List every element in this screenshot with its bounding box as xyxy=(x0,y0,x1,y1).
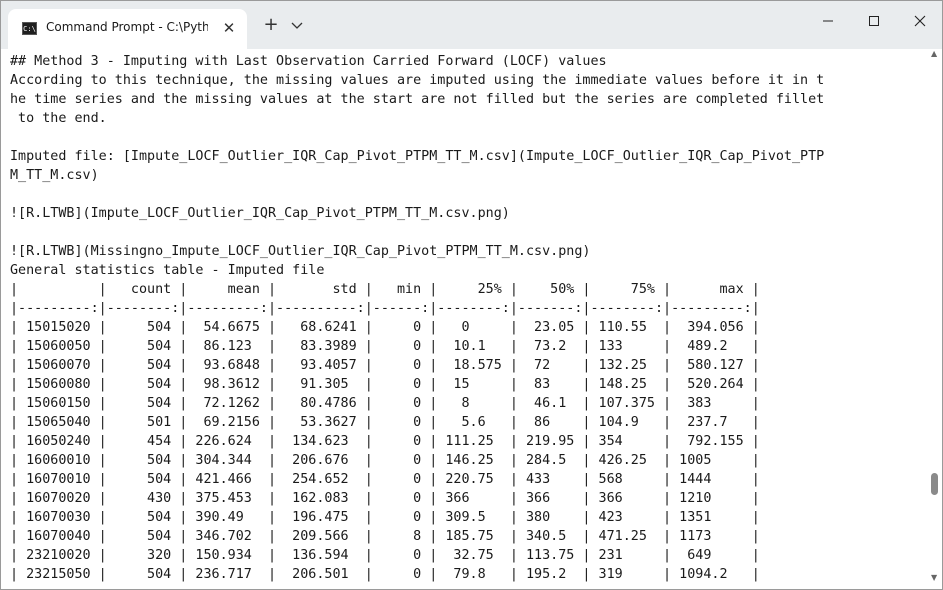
command-prompt-icon: C:\ xyxy=(22,22,37,35)
scroll-up-icon[interactable]: ▲ xyxy=(931,49,937,58)
scroll-down-icon[interactable]: ▼ xyxy=(931,573,937,582)
terminal-text: ## Method 3 - Imputing with Last Observa… xyxy=(1,49,928,584)
terminal-line: | 15060080 | 504 | 98.3612 | 91.305 | 0 … xyxy=(10,377,760,392)
close-window-button[interactable] xyxy=(897,1,942,41)
terminal-line: M_TT_M.csv) xyxy=(10,168,99,183)
tab-command-prompt[interactable]: C:\ Command Prompt - C:\Python ✕ xyxy=(8,9,247,49)
title-bar: C:\ Command Prompt - C:\Python ✕ + xyxy=(1,1,942,49)
terminal-line: | 16070040 | 504 | 346.702 | 209.566 | 8… xyxy=(10,529,760,544)
close-icon xyxy=(914,15,926,27)
terminal-line: | 23215050 | 504 | 236.717 | 206.501 | 0… xyxy=(10,567,760,582)
new-tab-button[interactable]: + xyxy=(259,13,283,37)
terminal-line: | 16070020 | 430 | 375.453 | 162.083 | 0… xyxy=(10,491,760,506)
terminal-line: ![R.LTWB](Missingno_Impute_LOCF_Outlier_… xyxy=(10,244,591,259)
terminal-line: According to this technique, the missing… xyxy=(10,73,825,88)
terminal-line: to the end. xyxy=(10,111,107,126)
tab-title: Command Prompt - C:\Python xyxy=(46,20,208,34)
chevron-down-icon[interactable] xyxy=(291,15,309,35)
minimize-icon xyxy=(823,20,833,22)
terminal-line: | 23210020 | 320 | 150.934 | 136.594 | 0… xyxy=(10,548,760,563)
terminal-output[interactable]: ## Method 3 - Imputing with Last Observa… xyxy=(1,49,928,589)
terminal-line: ## Method 3 - Imputing with Last Observa… xyxy=(10,54,607,69)
close-tab-icon[interactable]: ✕ xyxy=(216,15,242,41)
terminal-line: General statistics table - Imputed file xyxy=(10,263,325,278)
vertical-scrollbar[interactable]: ▲ ▼ xyxy=(928,49,942,589)
terminal-line: | 15060050 | 504 | 86.123 | 83.3989 | 0 … xyxy=(10,339,760,354)
maximize-icon xyxy=(869,16,879,26)
terminal-line: he time series and the missing values at… xyxy=(10,92,825,107)
terminal-line: | 16070030 | 504 | 390.49 | 196.475 | 0 … xyxy=(10,510,760,525)
maximize-button[interactable] xyxy=(851,1,897,41)
terminal-line: | 15065040 | 501 | 69.2156 | 53.3627 | 0… xyxy=(10,415,760,430)
terminal-line: | 15015020 | 504 | 54.6675 | 68.6241 | 0… xyxy=(10,320,760,335)
terminal-line: | 15060150 | 504 | 72.1262 | 80.4786 | 0… xyxy=(10,396,760,411)
terminal-line: |---------:|--------:|---------:|-------… xyxy=(10,301,760,316)
terminal-line: | 15060070 | 504 | 93.6848 | 93.4057 | 0… xyxy=(10,358,760,373)
terminal-window: C:\ Command Prompt - C:\Python ✕ + ## Me… xyxy=(0,0,943,590)
terminal-line: ![R.LTWB](Impute_LOCF_Outlier_IQR_Cap_Pi… xyxy=(10,206,510,221)
terminal-line: | 16050240 | 454 | 226.624 | 134.623 | 0… xyxy=(10,434,760,449)
scrollbar-thumb[interactable] xyxy=(931,473,938,495)
terminal-line: | | count | mean | std | min | 25% | 50%… xyxy=(10,282,760,297)
terminal-line: Imputed file: [Impute_LOCF_Outlier_IQR_C… xyxy=(10,149,825,164)
terminal-line: | 16070010 | 504 | 421.466 | 254.652 | 0… xyxy=(10,472,760,487)
minimize-button[interactable] xyxy=(805,1,851,41)
terminal-line: | 16060010 | 504 | 304.344 | 206.676 | 0… xyxy=(10,453,760,468)
